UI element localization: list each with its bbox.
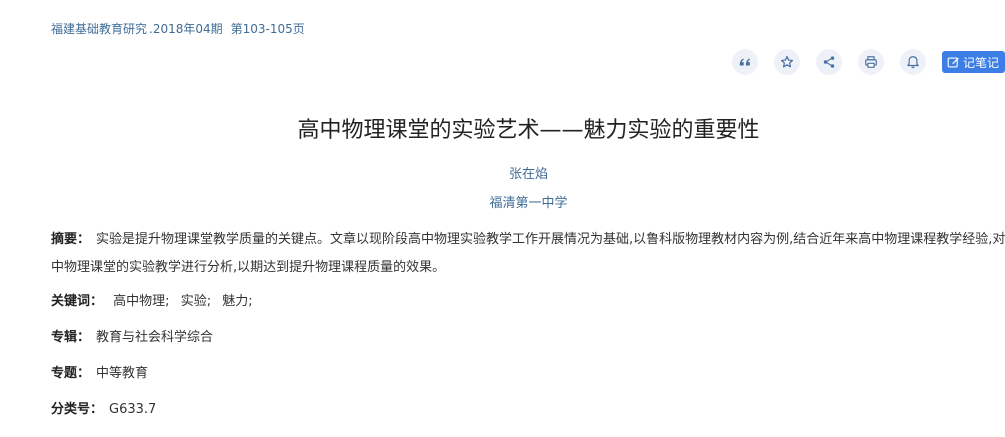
print-icon [865,56,877,68]
edit-icon [947,56,959,68]
share-button[interactable] [815,49,842,75]
star-icon [780,55,794,68]
take-notes-label: 记笔记 [962,55,999,70]
article-title: 高中物理课堂的实验艺术——魅力实验的重要性 [297,118,760,143]
article-toolbar: 记笔记 [716,49,1005,75]
source-line: 福建基础教育研究 .2018年04期 第103-105页 [51,20,307,37]
subject-label: 专题： [51,366,91,381]
abstract-label: 摘要： [51,232,91,247]
author-link[interactable]: 张在焰 [0,163,1005,182]
series-row: 专辑： 教育与社会科学综合 [51,326,213,345]
keyword-link[interactable]: 高中物理; [113,294,169,309]
classification-label: 分类号： [51,402,104,417]
organization-link[interactable]: 福清第一中学 [0,192,1005,211]
share-icon [823,56,835,68]
quote-icon [739,58,751,66]
keyword-link[interactable]: 魅力; [222,294,252,309]
keyword-link[interactable]: 实验; [181,294,211,309]
abstract-text: 实验是提升物理课堂教学质量的关键点。文章以现阶段高中物理实验教学工作开展情况为基… [51,232,1005,275]
notify-button[interactable] [899,49,926,75]
classification-row: 分类号： G633.7 [51,398,156,417]
print-button[interactable] [857,49,884,75]
abstract-section: 摘要： 实验是提升物理课堂教学质量的关键点。文章以现阶段高中物理实验教学工作开展情… [51,226,1005,282]
favorite-button[interactable] [773,49,800,75]
keywords-row: 关键词： 高中物理; 实验; 魅力; [51,290,260,309]
journal-link[interactable]: 福建基础教育研究 [51,22,147,36]
subject-value: 中等教育 [96,366,149,381]
classification-value: G633.7 [109,402,157,417]
pages-text: 第103-105页 [230,22,305,36]
series-value: 教育与社会科学综合 [96,330,214,345]
bell-icon [907,56,919,69]
subject-row: 专题： 中等教育 [51,362,148,381]
quote-button[interactable] [731,49,758,75]
keywords-label: 关键词： [51,294,104,309]
series-label: 专辑： [51,330,91,345]
year-issue-link[interactable]: .2018年04期 [149,22,223,36]
take-notes-button[interactable]: 记笔记 [941,51,1005,73]
